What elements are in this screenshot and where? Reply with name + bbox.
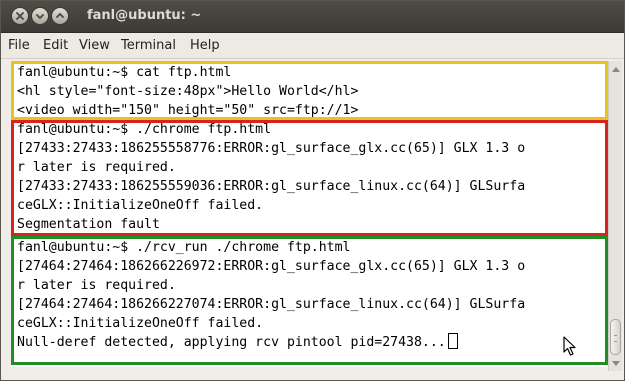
terminal-line: <hl style="font-size:48px">Hello World</…	[17, 84, 359, 99]
mouse-pointer-icon	[563, 336, 576, 356]
terminal-line: Segmentation fault	[17, 217, 160, 232]
menu-help[interactable]: Help	[190, 38, 220, 53]
menu-terminal[interactable]: Terminal	[121, 38, 176, 53]
terminal-prompt-line: Null-deref detected, applying rcv pintoo…	[17, 333, 458, 352]
terminal-line: fanl@ubuntu:~$ cat ftp.html	[17, 65, 232, 80]
minimize-icon	[36, 14, 44, 20]
terminal-line-text: Null-deref detected, applying rcv pintoo…	[17, 335, 446, 350]
maximize-button[interactable]	[51, 7, 69, 25]
maximize-icon	[56, 12, 64, 18]
terminal-line: r later is required.	[17, 160, 176, 175]
vertical-scrollbar[interactable]	[608, 61, 622, 371]
window-title: fanl@ubuntu: ~	[87, 8, 202, 23]
terminal-line: <video width="150" height="50" src=ftp:/…	[17, 103, 359, 118]
terminal-line: [27464:27464:186266227074:ERROR:gl_surfa…	[17, 297, 526, 312]
terminal-output[interactable]: fanl@ubuntu:~$ cat ftp.html <hl style="f…	[11, 61, 608, 367]
terminal-line: ceGLX::InitializeOneOff failed.	[17, 316, 264, 331]
menu-view[interactable]: View	[79, 38, 110, 53]
close-icon	[16, 12, 24, 20]
menu-edit[interactable]: Edit	[43, 38, 68, 53]
title-bar[interactable]: fanl@ubuntu: ~	[1, 1, 624, 33]
terminal-line: fanl@ubuntu:~$ ./rcv_run ./chrome ftp.ht…	[17, 240, 351, 255]
scroll-up-icon[interactable]	[612, 67, 620, 72]
scroll-thumb[interactable]	[610, 319, 621, 355]
terminal-line: r later is required.	[17, 278, 176, 293]
terminal-line: fanl@ubuntu:~$ ./chrome ftp.html	[17, 122, 272, 137]
terminal-window: fanl@ubuntu: ~ File Edit View Terminal H…	[0, 0, 625, 381]
terminal-line: [27433:27433:186255559036:ERROR:gl_surfa…	[17, 179, 526, 194]
menu-file[interactable]: File	[8, 38, 30, 53]
close-button[interactable]	[11, 7, 29, 25]
terminal-line: [27464:27464:186266226972:ERROR:gl_surfa…	[17, 259, 526, 274]
minimize-button[interactable]	[31, 7, 49, 25]
terminal-line: ceGLX::InitializeOneOff failed.	[17, 198, 264, 213]
terminal-line: [27433:27433:186255558776:ERROR:gl_surfa…	[17, 141, 526, 156]
menu-bar: File Edit View Terminal Help	[1, 33, 624, 59]
scroll-down-icon[interactable]	[612, 361, 620, 366]
text-cursor	[447, 333, 458, 349]
